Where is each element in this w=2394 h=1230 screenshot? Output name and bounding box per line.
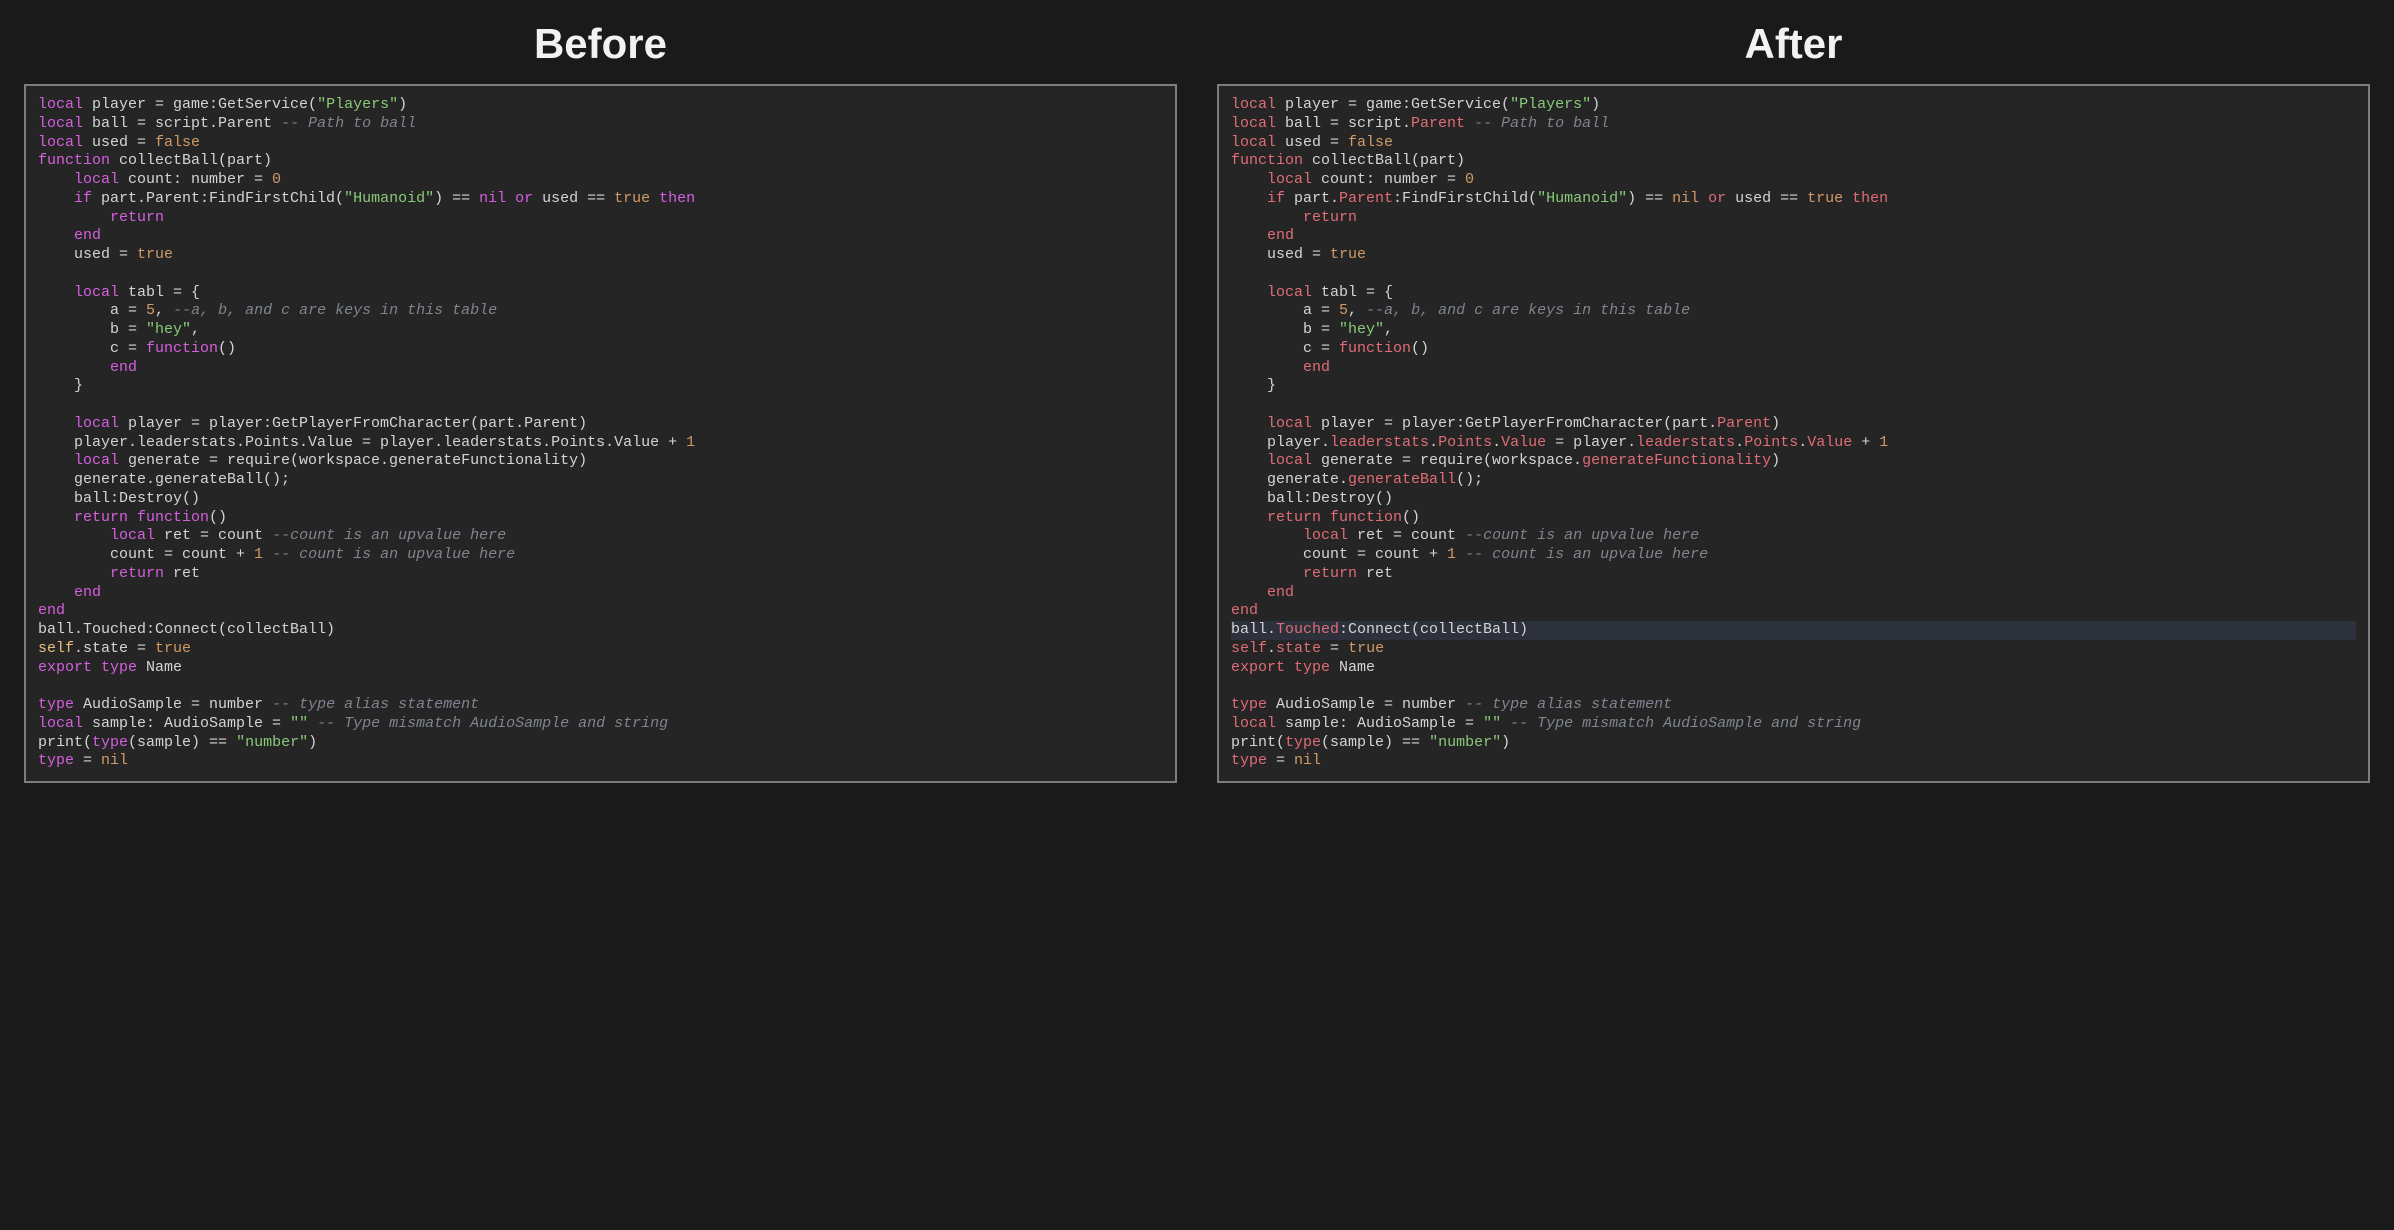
comparison-wrap: Before local player = game:GetService("P…	[0, 0, 2394, 823]
before-code: local player = game:GetService("Players"…	[24, 84, 1177, 783]
after-heading: After	[1217, 20, 2370, 68]
before-column: Before local player = game:GetService("P…	[24, 20, 1177, 783]
after-column: After local player = game:GetService("Pl…	[1217, 20, 2370, 783]
after-code: local player = game:GetService("Players"…	[1217, 84, 2370, 783]
cursor-line: ball.Touched:Connect(collectBall)	[1231, 621, 2356, 640]
before-heading: Before	[24, 20, 1177, 68]
